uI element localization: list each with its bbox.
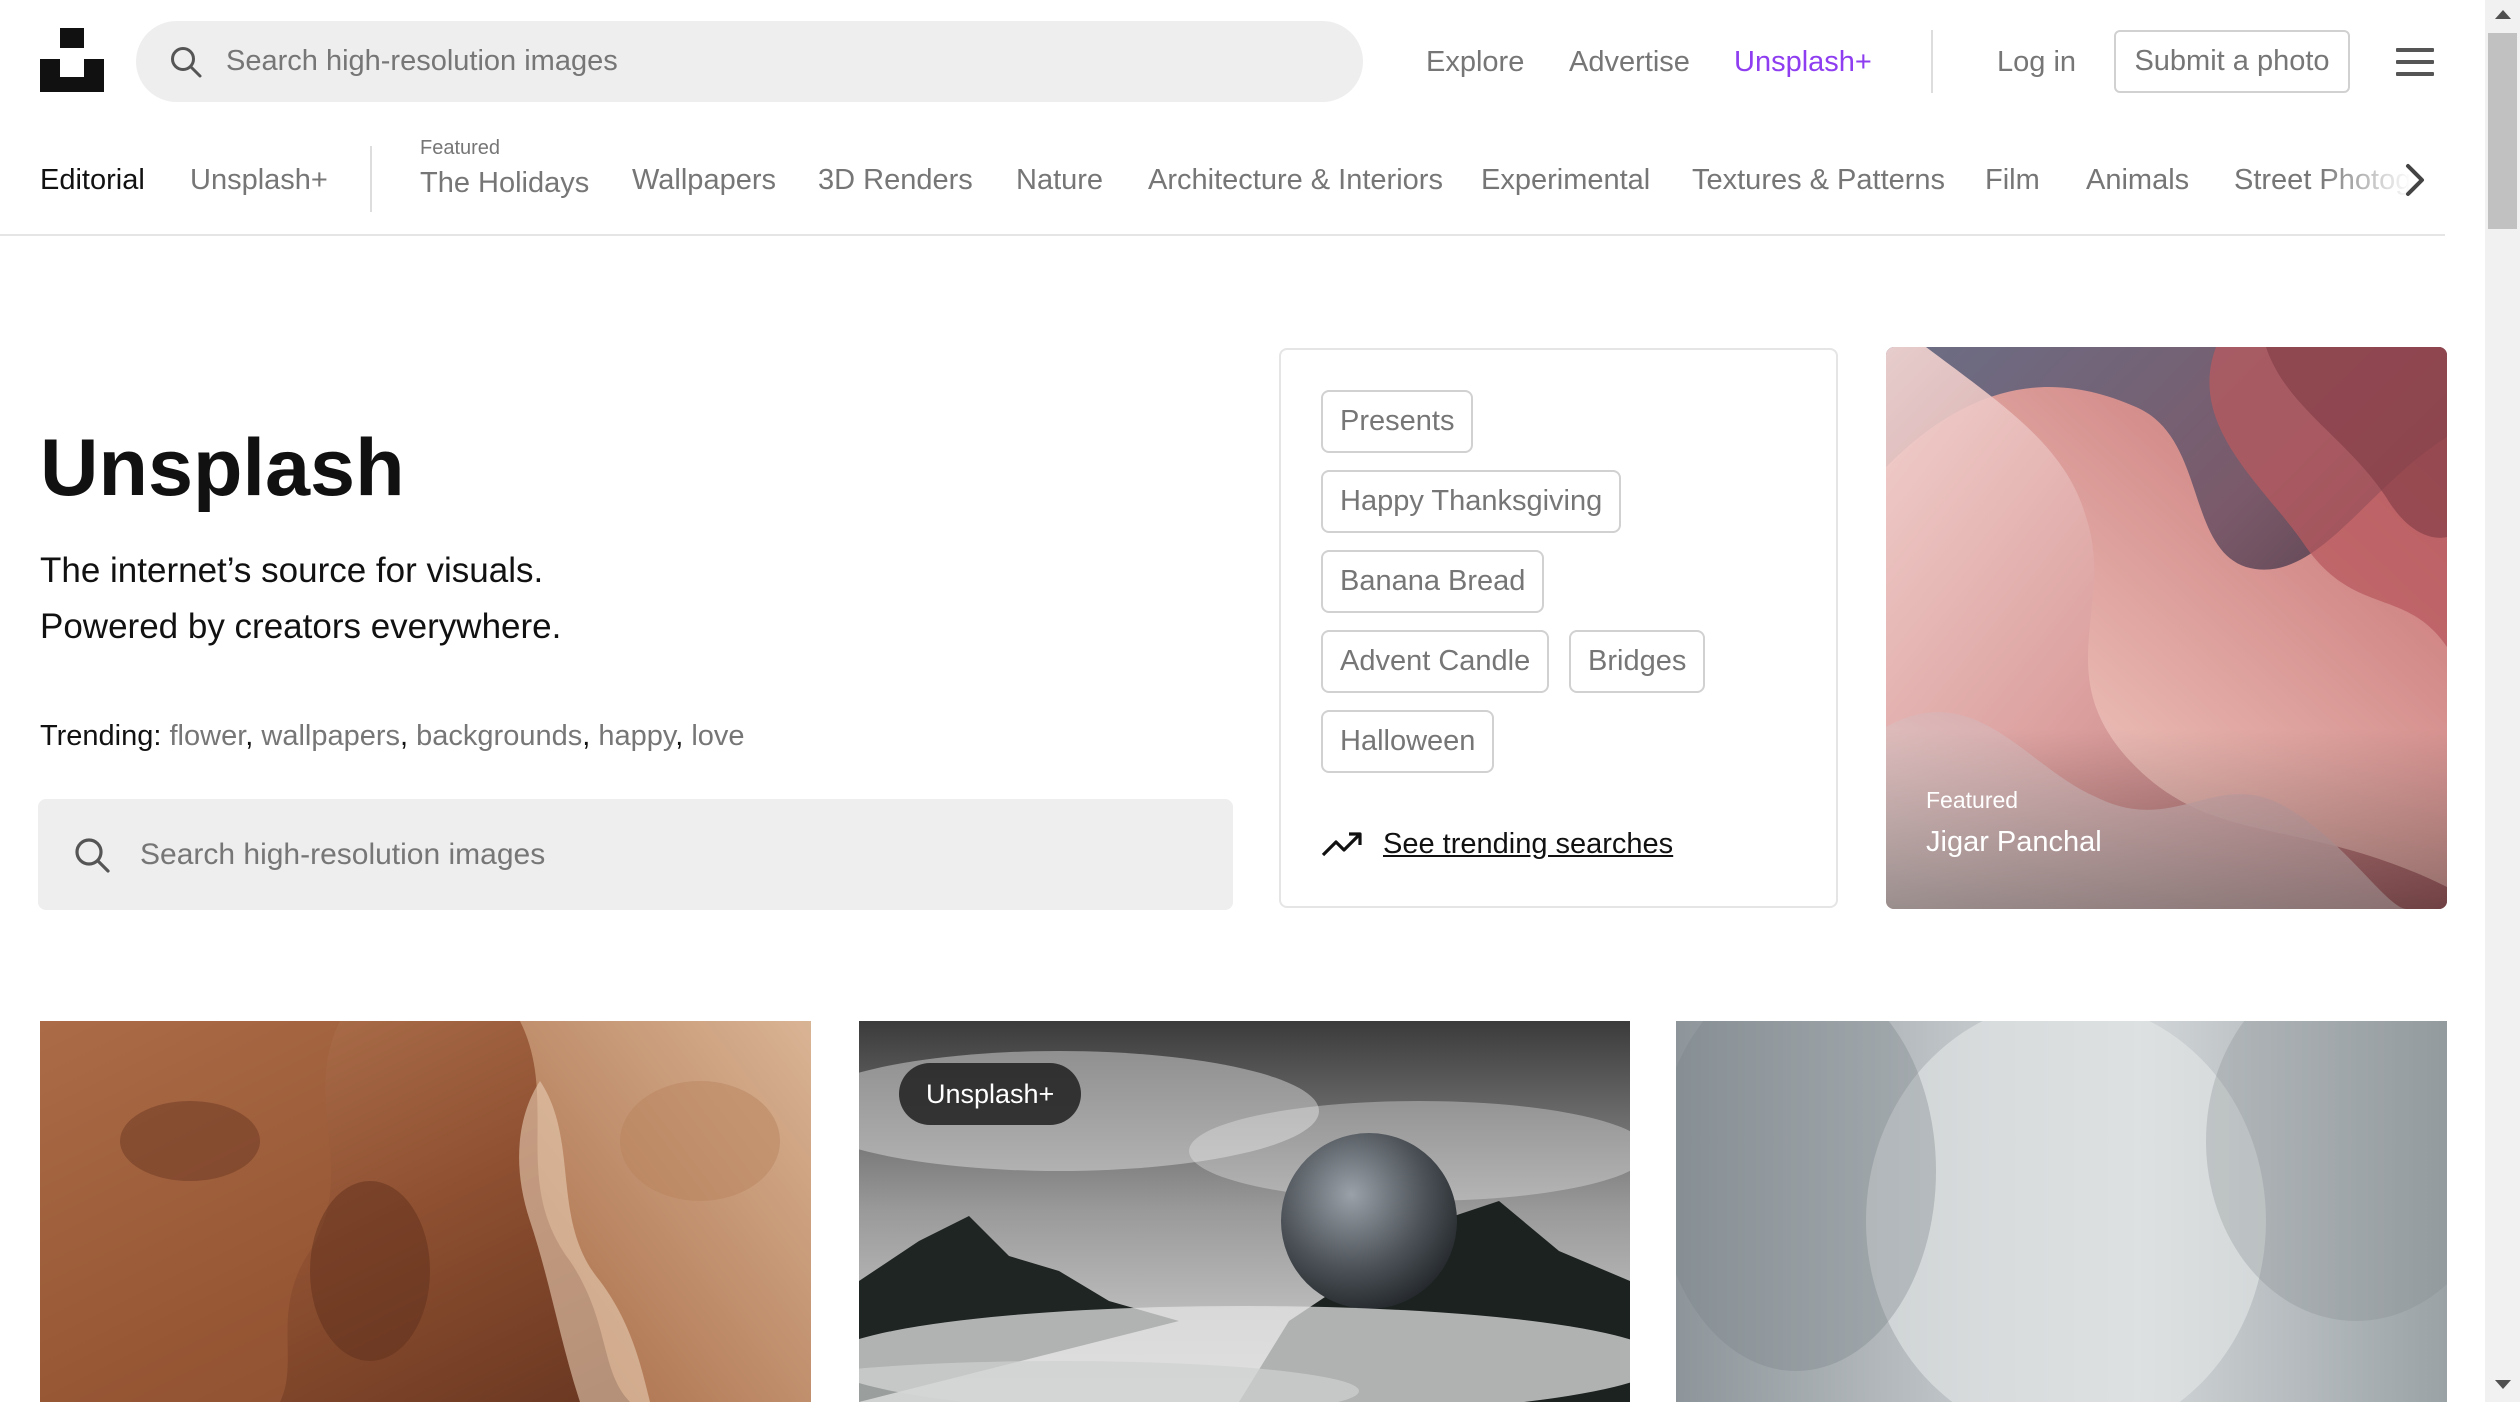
tab-wallpapers[interactable]: Wallpapers [632, 124, 776, 234]
trending-up-icon [1321, 832, 1362, 857]
search-icon [75, 838, 110, 873]
hero-subtitle-line1: The internet’s source for visuals. [40, 551, 544, 590]
see-trending-label: See trending searches [1383, 828, 1674, 860]
search-icon [171, 47, 202, 78]
chip-advent-candle[interactable]: Advent Candle [1321, 630, 1550, 693]
chip-happy-thanksgiving[interactable]: Happy Thanksgiving [1321, 470, 1622, 533]
tab-editorial[interactable]: Editorial [40, 124, 145, 234]
unsplash-logo-icon[interactable] [40, 28, 104, 92]
photo-card-sphere[interactable]: Unsplash+ [859, 1021, 1630, 1402]
scroll-up-arrow-icon[interactable] [2495, 10, 2511, 19]
header-search-input[interactable]: Search high-resolution images [136, 21, 1363, 102]
trending-term-wallpapers[interactable]: wallpapers [261, 720, 400, 752]
tab-unsplash-plus[interactable]: Unsplash+ [190, 124, 328, 234]
page-title: Unsplash [40, 423, 405, 513]
photo-card-forest[interactable] [1676, 1021, 2447, 1402]
divider [370, 146, 372, 212]
chip-halloween[interactable]: Halloween [1321, 710, 1495, 773]
chevron-right-icon[interactable] [2402, 162, 2428, 198]
trending-term-happy[interactable]: happy [598, 720, 675, 752]
tab-the-holidays[interactable]: The Holidays [420, 160, 589, 206]
featured-photo[interactable]: Featured Jigar Panchal [1886, 347, 2447, 909]
tab-animals[interactable]: Animals [2086, 124, 2189, 234]
hamburger-menu-icon[interactable] [2396, 48, 2434, 76]
featured-label: Featured [420, 137, 501, 159]
trending-term-flower[interactable]: flower [170, 720, 246, 752]
explore-link[interactable]: Explore [1426, 0, 1524, 124]
canyon-photo-image [40, 1021, 811, 1402]
photo-card-canyon[interactable] [40, 1021, 811, 1402]
scroll-down-arrow-icon[interactable] [2495, 1380, 2511, 1389]
chip-presents[interactable]: Presents [1321, 390, 1474, 453]
featured-photo-label: Featured [1926, 787, 2019, 813]
unsplash-plus-link[interactable]: Unsplash+ [1734, 0, 1872, 124]
chip-banana-bread[interactable]: Banana Bread [1321, 550, 1545, 613]
photo-overlay [1886, 729, 2447, 909]
trending-term-love[interactable]: love [691, 720, 744, 752]
tab-architecture-interiors[interactable]: Architecture & Interiors [1148, 124, 1443, 234]
trending-row: Trending: flower, wallpapers, background… [40, 720, 745, 752]
login-link[interactable]: Log in [1997, 0, 2076, 124]
divider [1931, 30, 1933, 93]
tab-nature[interactable]: Nature [1016, 124, 1103, 234]
tab-film[interactable]: Film [1985, 124, 2040, 234]
submit-photo-button[interactable]: Submit a photo [2114, 30, 2350, 93]
search-placeholder: Search high-resolution images [140, 838, 546, 871]
hero-search-input[interactable]: Search high-resolution images [38, 799, 1233, 910]
category-bar: Editorial Unsplash+ Featured The Holiday… [0, 124, 2445, 236]
chip-bridges[interactable]: Bridges [1569, 630, 1706, 693]
trending-label: Trending: [40, 720, 162, 752]
unsplash-plus-badge: Unsplash+ [899, 1063, 1082, 1125]
scroll-thumb[interactable] [2488, 33, 2517, 229]
forest-photo-image [1676, 1021, 2447, 1402]
tab-experimental[interactable]: Experimental [1481, 124, 1650, 234]
tab-textures-patterns[interactable]: Textures & Patterns [1692, 124, 1945, 234]
page-scrollbar[interactable] [2485, 0, 2520, 1402]
trending-searches-card: Presents Happy Thanksgiving Banana Bread… [1279, 348, 1838, 908]
top-bar: Search high-resolution images Explore Ad… [0, 0, 2485, 124]
hero-subtitle-line2: Powered by creators everywhere. [40, 607, 562, 646]
advertise-link[interactable]: Advertise [1569, 0, 1690, 124]
tab-3d-renders[interactable]: 3D Renders [818, 124, 973, 234]
search-placeholder: Search high-resolution images [226, 45, 618, 77]
trending-term-backgrounds[interactable]: backgrounds [416, 720, 582, 752]
photographer-name[interactable]: Jigar Panchal [1926, 828, 2102, 857]
